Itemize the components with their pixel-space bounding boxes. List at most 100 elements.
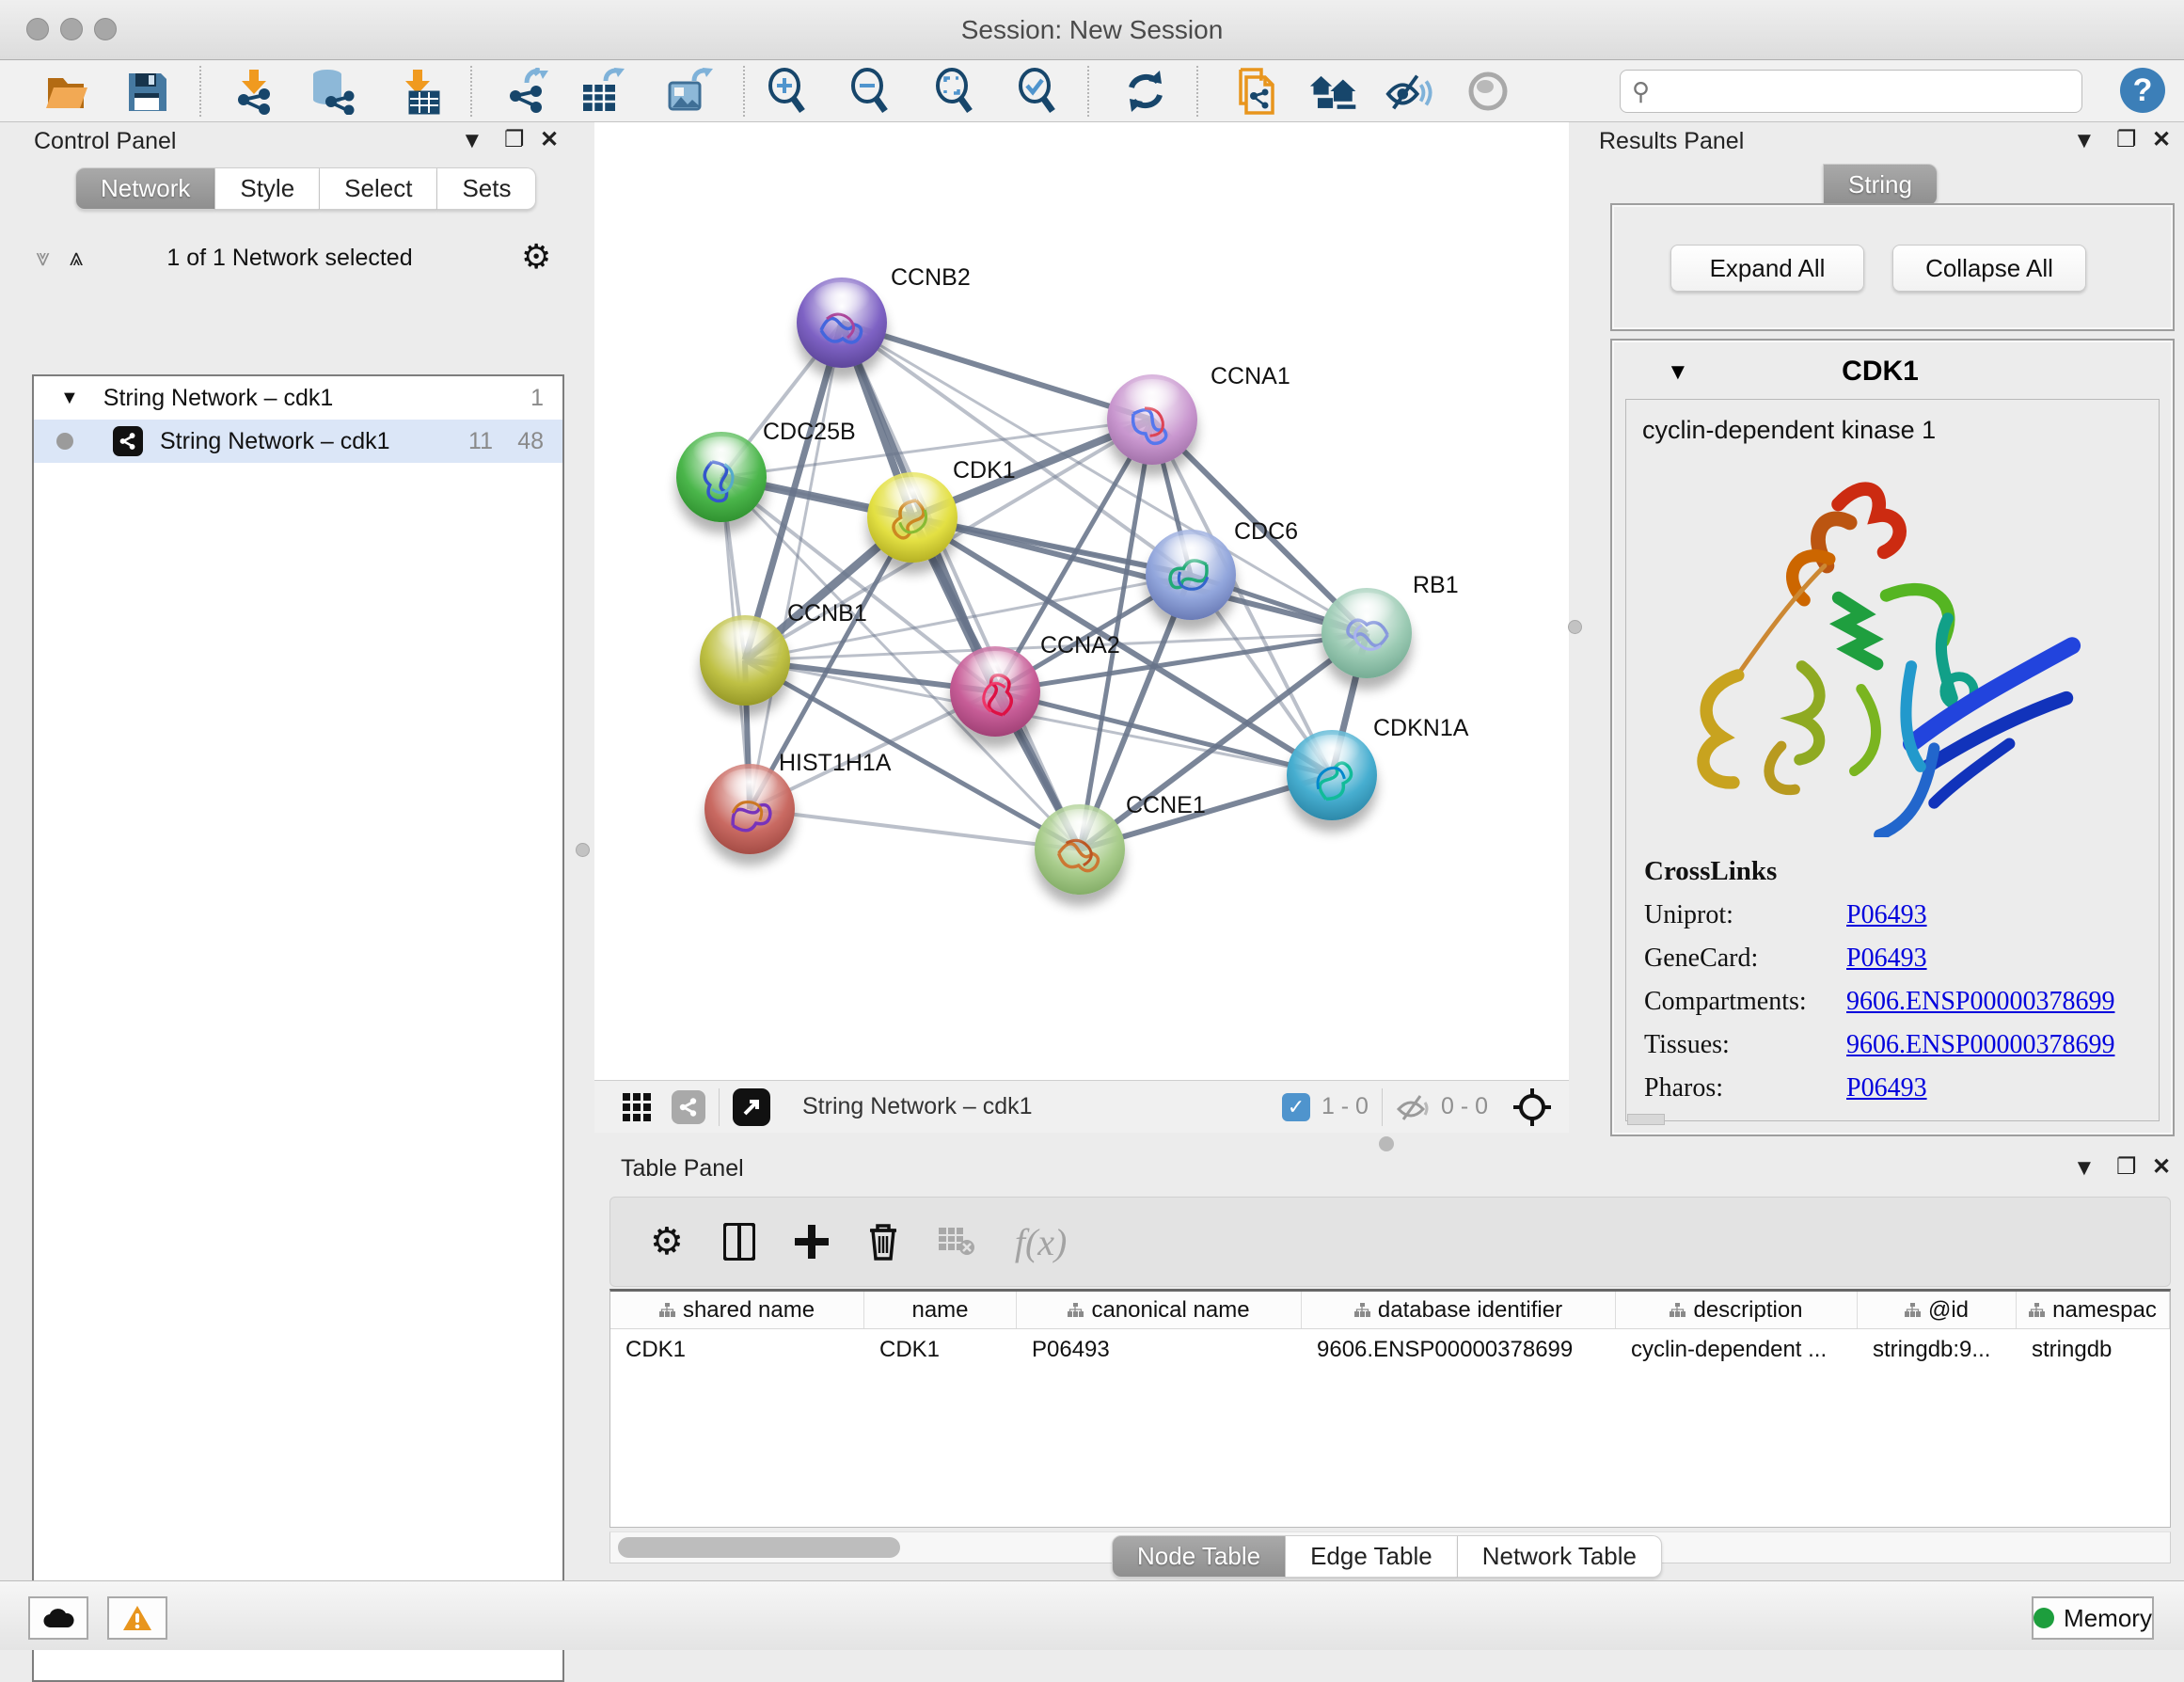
table-cell[interactable]: stringdb:9... — [1858, 1329, 2017, 1371]
collapse-all-button[interactable]: Collapse All — [1892, 245, 2086, 292]
expand-all-tree-icon[interactable]: ⩔ — [36, 243, 50, 273]
import-network-icon[interactable] — [229, 68, 278, 115]
save-session-icon[interactable] — [122, 68, 171, 115]
crosslink-link[interactable]: 9606.ENSP00000378699 — [1846, 987, 2114, 1017]
tab-style[interactable]: Style — [215, 167, 320, 210]
tab-network[interactable]: Network — [75, 167, 215, 210]
network-node-rb1[interactable] — [1321, 588, 1412, 678]
column-header-description[interactable]: description — [1616, 1292, 1858, 1328]
crosslink-link[interactable]: 9606.ENSP00000378699 — [1846, 1030, 2114, 1060]
zoom-out-icon[interactable] — [847, 68, 895, 115]
hide-unhide-icon[interactable] — [1385, 68, 1433, 115]
network-collection-row[interactable]: ▼ String Network – cdk1 1 — [34, 376, 562, 420]
show-columns-icon[interactable] — [723, 1223, 755, 1261]
network-edge[interactable] — [842, 323, 1152, 420]
cloud-status-button[interactable] — [28, 1596, 88, 1640]
table-row[interactable]: CDK1CDK1P064939606.ENSP00000378699cyclin… — [610, 1329, 2170, 1371]
network-edge[interactable] — [750, 809, 1080, 849]
search-input[interactable] — [1650, 78, 2054, 104]
network-node-cdc6[interactable] — [1146, 530, 1236, 620]
column-header-database-identifier[interactable]: database identifier — [1302, 1292, 1616, 1328]
zoom-fit-icon[interactable] — [931, 68, 980, 115]
window-title: Session: New Session — [0, 15, 2184, 45]
tab-node-table[interactable]: Node Table — [1112, 1535, 1286, 1578]
crosslink-link[interactable]: P06493 — [1846, 944, 1927, 974]
tab-select[interactable]: Select — [320, 167, 437, 210]
tab-string[interactable]: String — [1823, 164, 1938, 206]
network-node-ccnb2[interactable] — [797, 278, 887, 368]
crosslink-link[interactable]: P06493 — [1846, 900, 1927, 930]
results-hscroll-thumb[interactable] — [1627, 1114, 1665, 1125]
left-splitter-handle[interactable] — [576, 843, 590, 857]
network-options-gear-icon[interactable]: ⚙ — [521, 237, 551, 277]
warning-status-button[interactable] — [107, 1596, 167, 1640]
hidden-eye-icon[interactable] — [1396, 1093, 1432, 1121]
table-cell[interactable]: CDK1 — [864, 1329, 1017, 1371]
zoom-selected-icon[interactable] — [1014, 68, 1063, 115]
selected-nodes-checkbox-icon[interactable]: ✓ — [1282, 1093, 1310, 1121]
export-network-icon[interactable] — [504, 68, 553, 115]
zoom-in-icon[interactable] — [764, 68, 813, 115]
results-panel-float-icon[interactable]: ❐ — [2116, 126, 2137, 153]
birds-eye-view-icon[interactable] — [623, 1093, 651, 1121]
column-header-namespac[interactable]: namespac — [2017, 1292, 2170, 1328]
export-table-icon[interactable] — [578, 68, 626, 115]
column-header-name[interactable]: name — [864, 1292, 1017, 1328]
help-button[interactable]: ? — [2120, 68, 2165, 113]
table-hscrollbar-thumb[interactable] — [618, 1537, 900, 1558]
control-panel-close-icon[interactable]: ✕ — [540, 126, 559, 153]
network-node-ccnb1[interactable] — [700, 615, 790, 706]
create-column-icon[interactable] — [795, 1225, 829, 1259]
horizontal-splitter-handle[interactable] — [1379, 1136, 1394, 1151]
network-node-cdk1[interactable] — [867, 472, 957, 563]
network-node-hist1h1a[interactable] — [704, 764, 795, 854]
network-edge[interactable] — [750, 323, 842, 809]
memory-button[interactable]: Memory — [2032, 1596, 2154, 1640]
fit-selection-crosshair-icon[interactable] — [1512, 1087, 1552, 1127]
column-header-canonical-name[interactable]: canonical name — [1017, 1292, 1302, 1328]
table-panel-collapse-icon[interactable]: ▼ — [2073, 1155, 2096, 1182]
column-header-@id[interactable]: @id — [1858, 1292, 2017, 1328]
network-row[interactable]: String Network – cdk1 11 48 — [34, 420, 562, 463]
network-node-cdc25b[interactable] — [676, 432, 767, 522]
export-image-icon[interactable] — [664, 68, 713, 115]
delete-column-icon[interactable] — [868, 1223, 898, 1261]
network-node-cdkn1a[interactable] — [1287, 730, 1377, 820]
table-panel-close-icon[interactable]: ✕ — [2152, 1153, 2171, 1181]
home-networks-icon[interactable] — [1309, 68, 1358, 115]
import-table-icon[interactable] — [395, 68, 444, 115]
results-panel-collapse-icon[interactable]: ▼ — [2073, 128, 2096, 154]
column-header-shared-name[interactable]: shared name — [610, 1292, 864, 1328]
table-options-gear-icon[interactable]: ⚙ — [650, 1220, 684, 1263]
table-cell[interactable]: stringdb — [2017, 1329, 2170, 1371]
import-network-from-database-icon[interactable] — [307, 68, 356, 115]
table-cell[interactable]: P06493 — [1017, 1329, 1302, 1371]
table-panel-float-icon[interactable]: ❐ — [2116, 1153, 2137, 1181]
tab-edge-table[interactable]: Edge Table — [1286, 1535, 1458, 1578]
table-cell[interactable]: CDK1 — [610, 1329, 864, 1371]
open-session-icon[interactable] — [43, 68, 92, 115]
column-header-label: name — [911, 1297, 968, 1324]
table-cell[interactable]: cyclin-dependent ... — [1616, 1329, 1858, 1371]
collapse-all-tree-icon[interactable]: ⩓ — [70, 243, 84, 273]
search-field[interactable]: ⚲ — [1620, 70, 2082, 113]
crosslink-link[interactable]: P06493 — [1846, 1073, 1927, 1103]
expand-all-button[interactable]: Expand All — [1670, 245, 1864, 292]
network-node-ccne1[interactable] — [1035, 804, 1125, 895]
control-panel-float-icon[interactable]: ❐ — [504, 126, 525, 153]
crosslink-label: Tissues: — [1644, 1030, 1846, 1060]
open-in-window-icon[interactable] — [733, 1088, 770, 1126]
control-panel-collapse-icon[interactable]: ▼ — [461, 128, 483, 154]
tab-network-table[interactable]: Network Table — [1458, 1535, 1662, 1578]
network-node-ccna1[interactable] — [1107, 374, 1197, 465]
clone-network-icon[interactable] — [1230, 68, 1279, 115]
network-node-ccna2[interactable] — [950, 646, 1040, 737]
tab-sets[interactable]: Sets — [437, 167, 536, 210]
collection-name: String Network – cdk1 — [103, 385, 334, 412]
collection-expander-icon[interactable]: ▼ — [60, 388, 79, 409]
network-view-canvas[interactable]: CCNB2CCNA1CDC25BCDK1CDC6RB1CCNB1CCNA2CDK… — [594, 122, 1569, 1080]
network-overview-share-icon[interactable] — [672, 1090, 705, 1124]
refresh-icon[interactable] — [1121, 68, 1170, 115]
results-panel-close-icon[interactable]: ✕ — [2152, 126, 2171, 153]
table-cell[interactable]: 9606.ENSP00000378699 — [1302, 1329, 1616, 1371]
